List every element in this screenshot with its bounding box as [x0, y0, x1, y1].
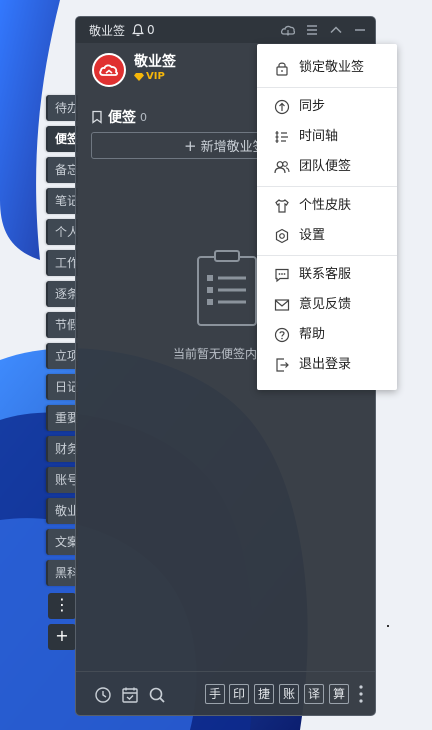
- profile-block[interactable]: 敬业签 VIP: [92, 53, 176, 87]
- translate-button[interactable]: 译: [304, 684, 324, 704]
- shortcut-button[interactable]: 捷: [254, 684, 274, 704]
- menu-item-feedback[interactable]: 意见反馈: [257, 290, 397, 320]
- cloud-sync-icon[interactable]: [279, 21, 297, 39]
- side-tab[interactable]: 黑科: [46, 560, 78, 586]
- plus-icon: +: [184, 136, 197, 155]
- menu-item-label: 团队便签: [299, 159, 352, 174]
- side-more-button[interactable]: ⋮: [48, 593, 76, 619]
- new-note-label: 新增敬业签: [200, 140, 266, 155]
- bell-icon[interactable]: [131, 23, 145, 37]
- menu-item-label: 锁定敬业签: [299, 60, 365, 75]
- minimize-icon[interactable]: [351, 21, 369, 39]
- desktop-dot: [387, 625, 389, 627]
- settings-icon: [275, 228, 289, 244]
- side-tab[interactable]: 日记: [46, 374, 78, 400]
- side-tab[interactable]: 笔记: [46, 188, 78, 214]
- side-add-button[interactable]: +: [48, 624, 76, 650]
- menu-item-timeline[interactable]: 时间轴: [257, 122, 397, 152]
- notification-count: 0: [147, 23, 155, 37]
- side-tab[interactable]: 账号: [46, 467, 78, 493]
- bottom-toolbar: 手 印 捷 账 译 算: [76, 671, 375, 715]
- menu-item-settings[interactable]: 设置: [257, 221, 397, 251]
- sync-icon: [274, 99, 290, 115]
- menu-divider: [257, 255, 397, 256]
- calculator-button[interactable]: 算: [329, 684, 349, 704]
- ledger-button[interactable]: 账: [279, 684, 299, 704]
- menu-item-skin[interactable]: 个性皮肤: [257, 191, 397, 221]
- side-tab[interactable]: 节假: [46, 312, 78, 338]
- help-icon: [274, 327, 290, 343]
- menu-item-team-notes[interactable]: 团队便签: [257, 152, 397, 182]
- menu-item-label: 退出登录: [299, 357, 352, 372]
- notes-header: 便签 0: [90, 107, 147, 127]
- menu-item-help[interactable]: 帮助: [257, 320, 397, 350]
- empty-state-text: 当前暂无便签内容: [173, 347, 270, 361]
- menu-icon[interactable]: [303, 21, 321, 39]
- menu-item-lock[interactable]: 锁定敬业签: [257, 53, 397, 83]
- bookmark-icon: [92, 110, 102, 124]
- team-icon: [274, 161, 290, 174]
- notes-title: 便签: [108, 110, 136, 126]
- empty-clipboard-icon: [197, 250, 257, 326]
- diamond-icon: [134, 72, 144, 81]
- menu-item-logout[interactable]: 退出登录: [257, 350, 397, 380]
- profile-name: 敬业签: [134, 54, 176, 70]
- side-tab[interactable]: 工作: [46, 250, 78, 276]
- side-tab[interactable]: 立项: [46, 343, 78, 369]
- collapse-icon[interactable]: [327, 21, 345, 39]
- menu-item-label: 帮助: [299, 327, 326, 342]
- timeline-icon: [275, 131, 288, 143]
- lock-icon: [276, 62, 288, 76]
- handwriting-button[interactable]: 手: [205, 684, 225, 704]
- side-tab[interactable]: 备忘: [46, 157, 78, 183]
- menu-item-label: 同步: [299, 99, 326, 114]
- side-tab[interactable]: 财务: [46, 436, 78, 462]
- menu-divider: [257, 87, 397, 88]
- calendar-check-icon[interactable]: [121, 686, 139, 704]
- title-bar: 敬业签 0: [76, 17, 375, 43]
- app-title: 敬业签: [89, 23, 126, 38]
- print-button[interactable]: 印: [229, 684, 249, 704]
- mail-icon: [274, 299, 290, 311]
- side-tab[interactable]: 逐条: [46, 281, 78, 307]
- side-tab[interactable]: 待办: [46, 95, 78, 121]
- vip-label: VIP: [146, 71, 165, 82]
- menu-item-label: 设置: [299, 228, 326, 243]
- side-tab[interactable]: 文案: [46, 529, 78, 555]
- menu-item-label: 意见反馈: [299, 297, 352, 312]
- dropdown-menu: 锁定敬业签 同步 时间轴 团队便签 个性皮肤 设置 联系客服 意见反馈 帮助 退…: [257, 44, 397, 390]
- side-tab-active[interactable]: 便签: [46, 126, 78, 152]
- search-icon[interactable]: [148, 686, 166, 704]
- vip-badge: VIP: [134, 71, 176, 82]
- menu-item-label: 个性皮肤: [299, 198, 352, 213]
- chat-icon: [275, 268, 289, 283]
- avatar[interactable]: [92, 53, 126, 87]
- side-tab[interactable]: 敬业: [46, 498, 78, 524]
- logout-icon: [276, 358, 289, 372]
- notes-count: 0: [140, 110, 147, 124]
- skin-icon: [275, 199, 289, 213]
- cloud-logo-icon: [99, 64, 118, 76]
- menu-item-label: 联系客服: [299, 267, 352, 282]
- menu-item-support[interactable]: 联系客服: [257, 260, 397, 290]
- more-vertical-icon[interactable]: [359, 684, 363, 704]
- menu-divider: [257, 186, 397, 187]
- side-tab[interactable]: 重要: [46, 405, 78, 431]
- side-tab[interactable]: 个人: [46, 219, 78, 245]
- menu-item-label: 时间轴: [299, 129, 339, 144]
- menu-item-sync[interactable]: 同步: [257, 92, 397, 122]
- clock-icon[interactable]: [94, 686, 112, 704]
